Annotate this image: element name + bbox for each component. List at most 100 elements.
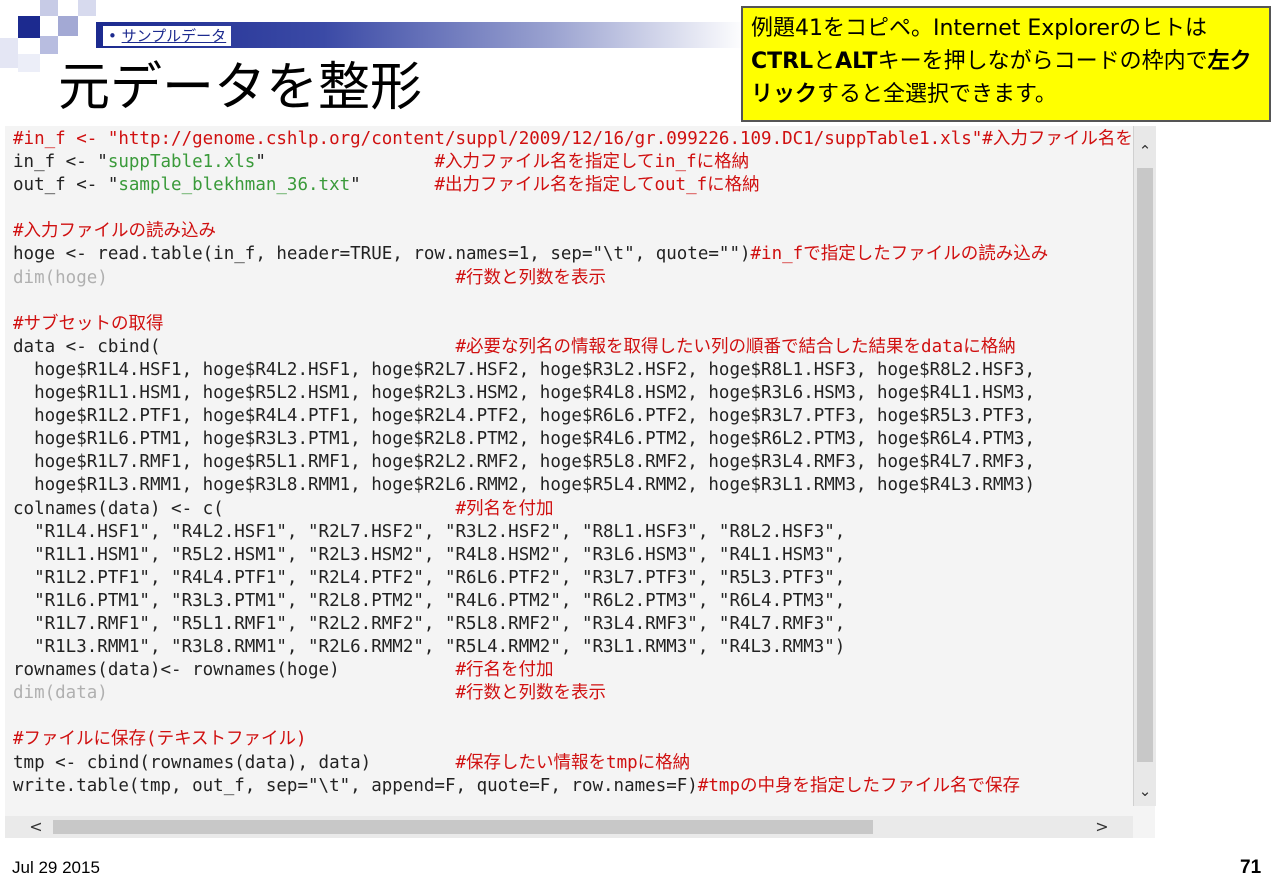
code-text: hoge$R1L2.PTF1, hoge$R4L4.PTF1, hoge$R2L…	[13, 406, 1035, 427]
code-comment: #tmpの中身を指定したファイル名で保存	[697, 775, 1020, 796]
code-comment: #保存したい情報をtmpに格納	[455, 752, 691, 773]
code-text: out_f <- "	[13, 175, 119, 196]
decor-square-light	[40, 0, 58, 16]
breadcrumb-link-sample-data[interactable]: サンプルデータ	[122, 27, 227, 45]
code-text: colnames(data) <- c(	[13, 498, 456, 519]
code-line: ​	[13, 290, 1155, 313]
code-line: #in_f <- "http://genome.cshlp.org/conten…	[13, 128, 1155, 151]
code-line: write.table(tmp, out_f, sep="\t", append…	[13, 775, 1155, 798]
code-line: "R1L3.RMM1", "R3L8.RMM1", "R2L6.RMM2", "…	[13, 636, 1155, 659]
horizontal-scroll-thumb[interactable]	[53, 820, 873, 834]
code-text: hoge$R1L3.RMM1, hoge$R3L8.RMM1, hoge$R2L…	[13, 475, 1035, 496]
code-line: dim(hoge) #行数と列数を表示	[13, 267, 1155, 290]
code-text: "	[350, 175, 435, 196]
code-line: #ファイルに保存(テキストファイル)	[13, 728, 1155, 751]
code-line: out_f <- "sample_blekhman_36.txt" #出力ファイ…	[13, 174, 1155, 197]
footer-date: Jul 29 2015	[12, 858, 100, 877]
note-text: キーを押しながらコードの枠内で	[877, 49, 1208, 74]
code-line: #サブセットの取得	[13, 313, 1155, 336]
code-comment: #行数と列数を表示	[455, 683, 607, 704]
note-text: すると全選択できます。	[817, 82, 1057, 107]
code-comment: #行名を付加	[455, 660, 554, 681]
code-line: hoge$R1L7.RMF1, hoge$R5L1.RMF1, hoge$R2L…	[13, 451, 1155, 474]
decor-square-mid	[40, 36, 58, 54]
code-text: dim(data)	[13, 683, 108, 704]
code-text: data <- cbind(	[13, 336, 456, 357]
code-text: "R1L7.RMF1", "R5L1.RMF1", "R2L2.RMF2", "…	[13, 613, 846, 634]
code-text: "R1L2.PTF1", "R4L4.PTF1", "R2L4.PTF2", "…	[13, 567, 846, 588]
code-string: suppTable1.xls	[107, 152, 256, 173]
code-line: "R1L6.PTM1", "R3L3.PTM1", "R2L8.PTM2", "…	[13, 590, 1155, 613]
code-line: ​	[13, 197, 1155, 220]
horizontal-scrollbar[interactable]: < >	[5, 816, 1133, 838]
note-text: 例題41をコピペ。Internet Explorerのヒトは	[751, 16, 1207, 41]
decor-square-pale	[0, 38, 18, 68]
code-comment: #必要な列名の情報を取得したい列の順番で結合した結果をdataに格納	[455, 336, 1016, 357]
code-line: "R1L1.HSM1", "R5L2.HSM1", "R2L3.HSM2", "…	[13, 544, 1155, 567]
code-line: hoge <- read.table(in_f, header=TRUE, ro…	[13, 243, 1155, 266]
code-line: in_f <- "suppTable1.xls" #入力ファイル名を指定してin…	[13, 151, 1155, 174]
code-text: "R1L3.RMM1", "R3L8.RMM1", "R2L6.RMM2", "…	[13, 637, 846, 658]
code-line: hoge$R1L1.HSM1, hoge$R5L2.HSM1, hoge$R2L…	[13, 382, 1155, 405]
code-comment: #出力ファイル名を指定してout_fに格納	[434, 175, 760, 196]
code-comment: #入力ファイルの読み込み	[13, 221, 217, 242]
scroll-up-icon[interactable]: ⌃	[1136, 142, 1154, 160]
code-text: "R1L6.PTM1", "R3L3.PTM1", "R2L8.PTM2", "…	[13, 590, 846, 611]
code-text: "	[255, 152, 435, 173]
code-text: rownames(data)<- rownames(hoge)	[13, 660, 456, 681]
code-line: "R1L2.PTF1", "R4L4.PTF1", "R2L4.PTF2", "…	[13, 567, 1155, 590]
code-line: hoge$R1L2.PTF1, hoge$R4L4.PTF1, hoge$R2L…	[13, 405, 1155, 428]
code-text: tmp <- cbind(rownames(data), data)	[13, 752, 456, 773]
decor-square-pale	[18, 54, 40, 72]
code-line: #入力ファイルの読み込み	[13, 220, 1155, 243]
code-text: dim(hoge)	[13, 267, 108, 288]
code-text: hoge$R1L7.RMF1, hoge$R5L1.RMF1, hoge$R2L…	[13, 452, 1035, 473]
code-comment: #入力ファイル名を指定してin_fに格納	[434, 152, 750, 173]
code-text: hoge$R1L4.HSF1, hoge$R4L2.HSF1, hoge$R2L…	[13, 359, 1035, 380]
code-string: sample_blekhman_36.txt	[118, 175, 351, 196]
note-text: と	[813, 49, 836, 74]
page-number: 71	[1240, 857, 1262, 878]
code-text: "R1L4.HSF1", "R4L2.HSF1", "R2L7.HSF2", "…	[13, 521, 846, 542]
code-text: hoge <- read.table(in_f, header=TRUE, ro…	[13, 244, 751, 265]
code-line: ​	[13, 705, 1155, 728]
decor-square-light	[78, 0, 96, 16]
code-line: hoge$R1L4.HSF1, hoge$R4L2.HSF1, hoge$R2L…	[13, 359, 1155, 382]
scroll-left-icon[interactable]: <	[27, 818, 45, 836]
decor-square-dark	[18, 16, 40, 38]
vertical-scroll-thumb[interactable]	[1137, 168, 1153, 762]
code-line: tmp <- cbind(rownames(data), data) #保存した…	[13, 752, 1155, 775]
vertical-scrollbar[interactable]: ⌃ ⌄	[1133, 126, 1156, 806]
code-comment: #行数と列数を表示	[455, 267, 607, 288]
decor-square-mid	[58, 16, 78, 36]
scroll-right-icon[interactable]: >	[1093, 818, 1111, 836]
code-text: hoge$R1L1.HSM1, hoge$R5L2.HSM1, hoge$R2L…	[13, 383, 1035, 404]
code-text: in_f <- "	[13, 152, 108, 173]
code-comment: #列名を付加	[455, 498, 554, 519]
breadcrumb: • サンプルデータ	[103, 26, 232, 46]
code-text: "R1L1.HSM1", "R5L2.HSM1", "R2L3.HSM2", "…	[13, 544, 846, 565]
code-comment: #in_fで指定したファイルの読み込み	[750, 244, 1049, 265]
code-line: "R1L4.HSF1", "R4L2.HSF1", "R2L7.HSF2", "…	[13, 521, 1155, 544]
code-content[interactable]: #in_f <- "http://genome.cshlp.org/conten…	[13, 128, 1155, 798]
note-bold-ctrl: CTRL	[751, 49, 814, 74]
code-line: colnames(data) <- c( #列名を付加	[13, 498, 1155, 521]
code-comment: #サブセットの取得	[13, 313, 164, 334]
code-line: data <- cbind( #必要な列名の情報を取得したい列の順番で結合した結…	[13, 336, 1155, 359]
code-line: hoge$R1L3.RMM1, hoge$R3L8.RMM1, hoge$R2L…	[13, 474, 1155, 497]
code-comment: #in_f <- "http://genome.cshlp.org/conten…	[13, 129, 1155, 149]
note-bold-alt: ALT	[835, 49, 878, 74]
code-line: dim(data) #行数と列数を表示	[13, 682, 1155, 705]
code-line: "R1L7.RMF1", "R5L1.RMF1", "R2L2.RMF2", "…	[13, 613, 1155, 636]
code-text: write.table(tmp, out_f, sep="\t", append…	[13, 775, 698, 796]
code-line: rownames(data)<- rownames(hoge) #行名を付加	[13, 659, 1155, 682]
code-line: hoge$R1L6.PTM1, hoge$R3L3.PTM1, hoge$R2L…	[13, 428, 1155, 451]
instruction-note: 例題41をコピペ。Internet Explorerのヒトは CTRLとALTキー…	[741, 6, 1271, 122]
code-text: hoge$R1L6.PTM1, hoge$R3L3.PTM1, hoge$R2L…	[13, 429, 1035, 450]
scroll-down-icon[interactable]: ⌄	[1136, 782, 1154, 800]
page-title: 元データを整形	[58, 58, 423, 118]
code-box[interactable]: #in_f <- "http://genome.cshlp.org/conten…	[5, 126, 1155, 838]
code-comment: #ファイルに保存(テキストファイル)	[13, 729, 307, 750]
